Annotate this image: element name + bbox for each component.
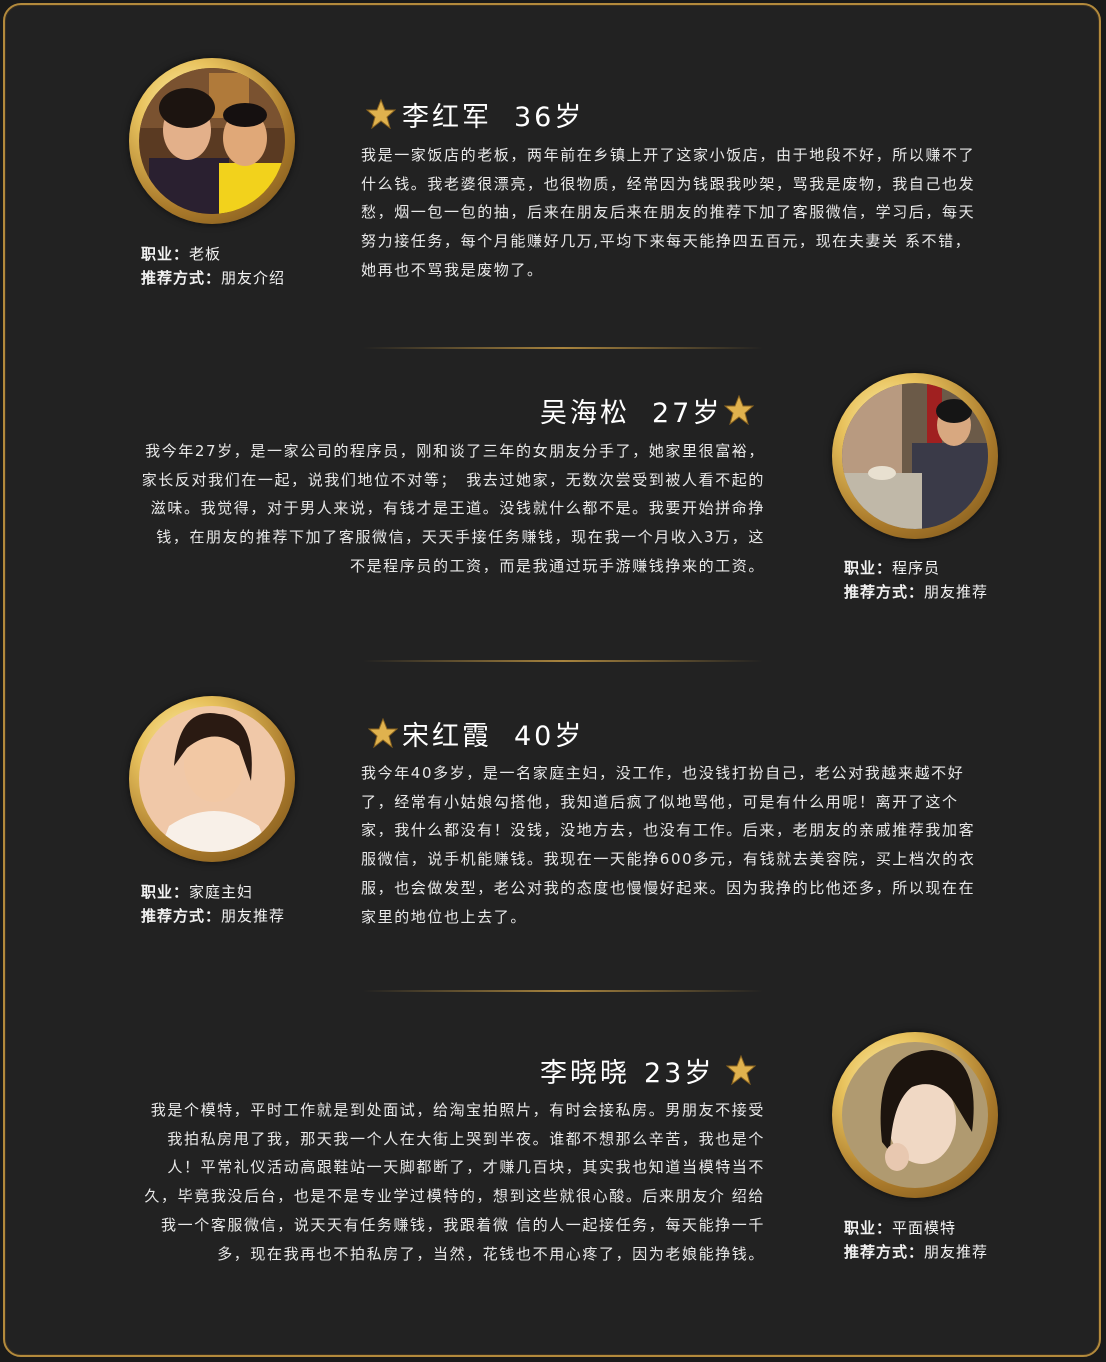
person-age: 23岁 — [644, 1057, 715, 1089]
avatar-photo — [842, 383, 988, 529]
person-age: 40岁 — [514, 720, 585, 752]
rec-value: 朋友推荐 — [924, 583, 989, 601]
rec-label: 推荐方式： — [141, 907, 222, 925]
person-name: 李晓晓 — [540, 1057, 630, 1089]
avatar — [129, 696, 295, 862]
profile-meta: 职业：程序员 推荐方式：朋友推荐 — [844, 556, 988, 604]
job-value: 程序员 — [892, 559, 941, 577]
testimonial-text: 我是个模特，平时工作就是到处面试，给淘宝拍照片，有时会接私房。男朋友不接受我拍私… — [144, 1101, 765, 1263]
testimonial-text: 我今年40多岁，是一名家庭主妇，没工作，也没钱打扮自己，老公对我越来越不好了，经… — [361, 764, 976, 926]
profile-meta: 职业：家庭主妇 推荐方式：朋友推荐 — [141, 880, 285, 928]
avatar — [129, 58, 295, 224]
profile-meta: 职业：老板 推荐方式：朋友介绍 — [141, 242, 285, 290]
divider — [363, 347, 763, 349]
job-label: 职业： — [141, 883, 190, 901]
rec-value: 朋友推荐 — [221, 907, 286, 925]
star-icon — [368, 718, 398, 748]
testimonial-text: 我是一家饭店的老板，两年前在乡镇上开了这家小饭店，由于地段不好，所以赚不了什么钱… — [361, 146, 976, 279]
rec-value: 朋友推荐 — [924, 1243, 989, 1261]
job-value: 老板 — [189, 245, 222, 263]
testimonial-title: 李红军 36岁 — [366, 96, 585, 133]
testimonial-title: 宋红霞 40岁 — [368, 715, 585, 752]
avatar — [832, 373, 998, 539]
star-icon — [726, 1055, 757, 1085]
avatar — [832, 1032, 998, 1198]
testimonial-text: 我今年27岁，是一家公司的程序员，刚和谈了三年的女朋友分手了，她家里很富裕，家长… — [141, 442, 765, 575]
job-value: 家庭主妇 — [189, 883, 254, 901]
rec-label: 推荐方式： — [141, 269, 222, 287]
job-label: 职业： — [141, 245, 190, 263]
person-name: 李红军 — [402, 101, 492, 133]
person-age: 27岁 — [652, 397, 723, 429]
divider — [363, 660, 763, 662]
avatar-photo — [139, 706, 285, 852]
job-value: 平面模特 — [892, 1219, 957, 1237]
rec-label: 推荐方式： — [844, 583, 925, 601]
star-icon — [724, 395, 755, 425]
testimonial-title: 吴海松 27岁 — [540, 392, 755, 429]
avatar-photo — [139, 68, 285, 214]
person-age: 36岁 — [514, 101, 585, 133]
job-label: 职业： — [844, 1219, 893, 1237]
avatar-photo — [842, 1042, 988, 1188]
divider — [363, 990, 763, 992]
person-name: 宋红霞 — [402, 720, 492, 752]
rec-label: 推荐方式： — [844, 1243, 925, 1261]
rec-value: 朋友介绍 — [221, 269, 286, 287]
testimonial-title: 李晓晓 23岁 — [540, 1052, 757, 1089]
profile-meta: 职业：平面模特 推荐方式：朋友推荐 — [844, 1216, 988, 1264]
person-name: 吴海松 — [540, 397, 630, 429]
job-label: 职业： — [844, 559, 893, 577]
star-icon — [366, 99, 396, 129]
